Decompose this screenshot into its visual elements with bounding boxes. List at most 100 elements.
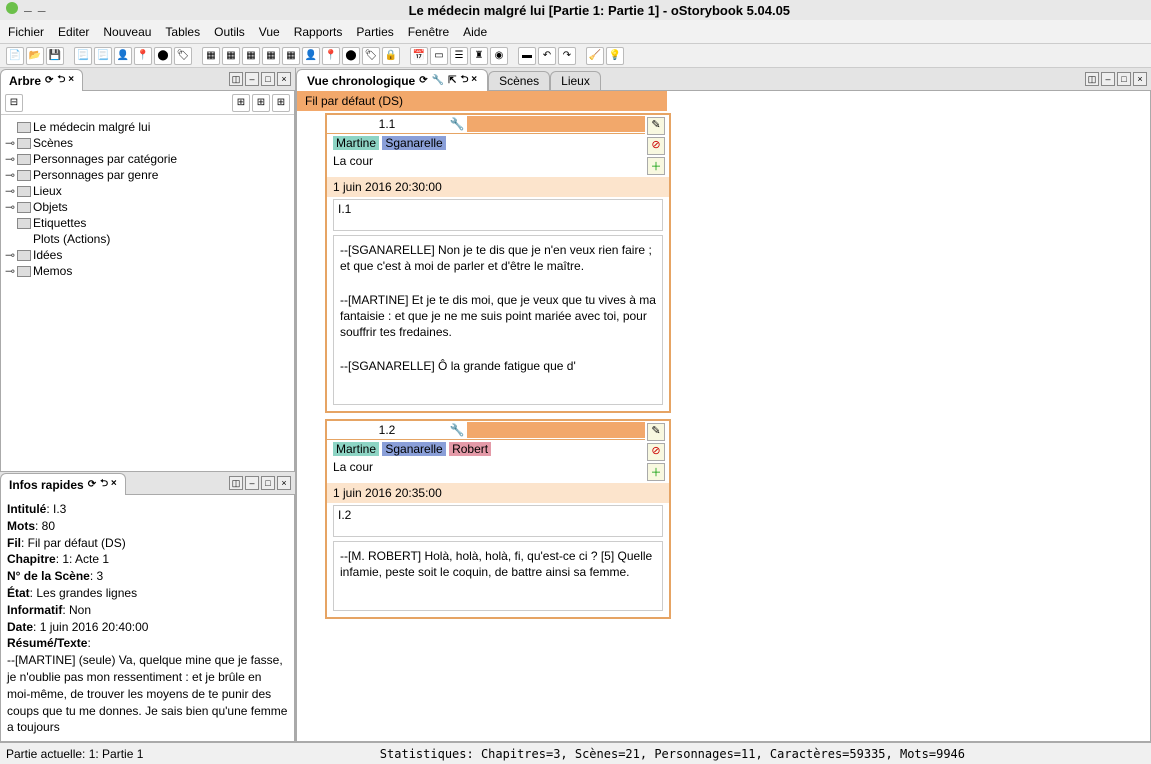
menubar: Fichier Editer Nouveau Tables Outils Vue… bbox=[0, 20, 1151, 44]
shelf-icon[interactable]: ▬ bbox=[518, 47, 536, 65]
card-icon[interactable]: ▭ bbox=[430, 47, 448, 65]
calendar-icon[interactable]: 📅 bbox=[410, 47, 428, 65]
close-panel-icon[interactable]: × bbox=[277, 72, 291, 86]
table4-icon[interactable]: ▦ bbox=[262, 47, 280, 65]
tree-item-memos[interactable]: ⊸Memos bbox=[5, 263, 290, 279]
menu-tables[interactable]: Tables bbox=[165, 25, 200, 39]
tree-mode-icon[interactable]: ⊟ bbox=[5, 94, 23, 112]
scene-id[interactable]: I.2 bbox=[333, 505, 663, 537]
location-icon[interactable]: 📍 bbox=[134, 47, 152, 65]
delete-icon[interactable]: ⊘ bbox=[647, 137, 665, 155]
person-icon[interactable]: 👤 bbox=[114, 47, 132, 65]
menu-rapports[interactable]: Rapports bbox=[294, 25, 343, 39]
refresh-icon[interactable]: ⟳ bbox=[419, 75, 427, 86]
tree-item-personnages-genre[interactable]: ⊸Personnages par genre bbox=[5, 167, 290, 183]
minimize-icon[interactable]: – bbox=[24, 2, 32, 18]
lock-icon[interactable]: 🔒 bbox=[382, 47, 400, 65]
person2-icon[interactable]: 👤 bbox=[302, 47, 320, 65]
tree-item-plots[interactable]: Plots (Actions) bbox=[5, 231, 290, 247]
tree-item-objets[interactable]: ⊸Objets bbox=[5, 199, 290, 215]
scene-text[interactable]: --[SGANARELLE] Non je te dis que je n'en… bbox=[333, 235, 663, 405]
scene-id[interactable]: I.1 bbox=[333, 199, 663, 231]
open-icon[interactable]: 📂 bbox=[26, 47, 44, 65]
close-icon[interactable] bbox=[6, 2, 18, 14]
refresh-icon[interactable]: ⟳ bbox=[88, 479, 96, 490]
wrench-icon[interactable]: 🔧 bbox=[447, 423, 467, 437]
table3-icon[interactable]: ▦ bbox=[242, 47, 260, 65]
expand-icon[interactable]: ⇱ bbox=[448, 75, 456, 86]
add-icon[interactable]: ＋ bbox=[647, 157, 665, 175]
edit-icon[interactable]: ✎ bbox=[647, 423, 665, 441]
doc2-icon[interactable]: 📃 bbox=[94, 47, 112, 65]
max-icon[interactable]: □ bbox=[261, 72, 275, 86]
save-icon[interactable]: 💾 bbox=[46, 47, 64, 65]
collapse-icon[interactable]: ⮌ × bbox=[100, 476, 117, 493]
collapse-icon[interactable]: ⮌ × bbox=[57, 72, 74, 89]
min-icon[interactable]: – bbox=[245, 72, 259, 86]
grid3-icon[interactable]: ⊞ bbox=[272, 94, 290, 112]
idea-icon[interactable]: 💡 bbox=[606, 47, 624, 65]
tree-item-scenes[interactable]: ⊸Scènes bbox=[5, 135, 290, 151]
table-icon[interactable]: ▦ bbox=[202, 47, 220, 65]
table5-icon[interactable]: ▦ bbox=[282, 47, 300, 65]
char-martine[interactable]: Martine bbox=[333, 442, 379, 456]
redo-icon[interactable]: ↷ bbox=[558, 47, 576, 65]
add-icon[interactable]: ＋ bbox=[647, 463, 665, 481]
undo-icon[interactable]: ↶ bbox=[538, 47, 556, 65]
tree-tab[interactable]: Arbre ⟳ ⮌ × bbox=[0, 69, 83, 91]
menu-parties[interactable]: Parties bbox=[356, 25, 393, 39]
menu-outils[interactable]: Outils bbox=[214, 25, 245, 39]
list-icon[interactable]: ☰ bbox=[450, 47, 468, 65]
tree-root[interactable]: Le médecin malgré lui bbox=[5, 119, 290, 135]
refresh-icon[interactable]: ⟳ bbox=[45, 75, 53, 86]
max-icon[interactable]: □ bbox=[1117, 72, 1131, 86]
new-icon[interactable]: 📄 bbox=[6, 47, 24, 65]
menu-fichier[interactable]: Fichier bbox=[8, 25, 44, 39]
object-icon[interactable]: ⬤ bbox=[154, 47, 172, 65]
tree[interactable]: Le médecin malgré lui ⊸Scènes ⊸Personnag… bbox=[1, 115, 294, 471]
float-icon[interactable]: ⮌ × bbox=[460, 72, 477, 89]
doc-icon[interactable]: 📃 bbox=[74, 47, 92, 65]
menu-fenetre[interactable]: Fenêtre bbox=[408, 25, 449, 39]
close-panel-icon[interactable]: × bbox=[277, 476, 291, 490]
delete-icon[interactable]: ⊘ bbox=[647, 443, 665, 461]
tab-chrono[interactable]: Vue chronologique ⟳ 🔧 ⇱ ⮌ × bbox=[296, 69, 488, 91]
tab-scenes[interactable]: Scènes bbox=[488, 71, 550, 90]
maximize-icon[interactable]: – bbox=[38, 2, 46, 18]
brush-icon[interactable]: 🧹 bbox=[586, 47, 604, 65]
options-icon[interactable]: 🔧 bbox=[432, 75, 444, 86]
tag2-icon[interactable]: 🏷 bbox=[362, 47, 380, 65]
float-icon[interactable]: ◫ bbox=[229, 476, 243, 490]
wrench-icon[interactable]: 🔧 bbox=[447, 117, 467, 131]
spiral-icon[interactable]: ◉ bbox=[490, 47, 508, 65]
grid2-icon[interactable]: ⊞ bbox=[252, 94, 270, 112]
char-sganarelle[interactable]: Sganarelle bbox=[382, 136, 445, 150]
tree-item-etiquettes[interactable]: Etiquettes bbox=[5, 215, 290, 231]
loc2-icon[interactable]: 📍 bbox=[322, 47, 340, 65]
tree-item-personnages-cat[interactable]: ⊸Personnages par catégorie bbox=[5, 151, 290, 167]
float-icon[interactable]: ◫ bbox=[229, 72, 243, 86]
char-robert[interactable]: Robert bbox=[449, 442, 491, 456]
tree-item-idees[interactable]: ⊸Idées bbox=[5, 247, 290, 263]
max-icon[interactable]: □ bbox=[261, 476, 275, 490]
tab-lieux[interactable]: Lieux bbox=[550, 71, 601, 90]
menu-aide[interactable]: Aide bbox=[463, 25, 487, 39]
info-tab[interactable]: Infos rapides ⟳ ⮌ × bbox=[0, 473, 126, 495]
min-icon[interactable]: – bbox=[1101, 72, 1115, 86]
float-icon[interactable]: ◫ bbox=[1085, 72, 1099, 86]
min-icon[interactable]: – bbox=[245, 476, 259, 490]
menu-editer[interactable]: Editer bbox=[58, 25, 89, 39]
grid1-icon[interactable]: ⊞ bbox=[232, 94, 250, 112]
table2-icon[interactable]: ▦ bbox=[222, 47, 240, 65]
close-panel-icon[interactable]: × bbox=[1133, 72, 1147, 86]
char-martine[interactable]: Martine bbox=[333, 136, 379, 150]
edit-icon[interactable]: ✎ bbox=[647, 117, 665, 135]
char-sganarelle[interactable]: Sganarelle bbox=[382, 442, 445, 456]
tree-item-lieux[interactable]: ⊸Lieux bbox=[5, 183, 290, 199]
obj2-icon[interactable]: ⬤ bbox=[342, 47, 360, 65]
menu-vue[interactable]: Vue bbox=[259, 25, 280, 39]
tag-icon[interactable]: 🏷 bbox=[174, 47, 192, 65]
flow-icon[interactable]: ♜ bbox=[470, 47, 488, 65]
menu-nouveau[interactable]: Nouveau bbox=[103, 25, 151, 39]
scene-text[interactable]: --[M. ROBERT] Holà, holà, holà, fi, qu'e… bbox=[333, 541, 663, 611]
